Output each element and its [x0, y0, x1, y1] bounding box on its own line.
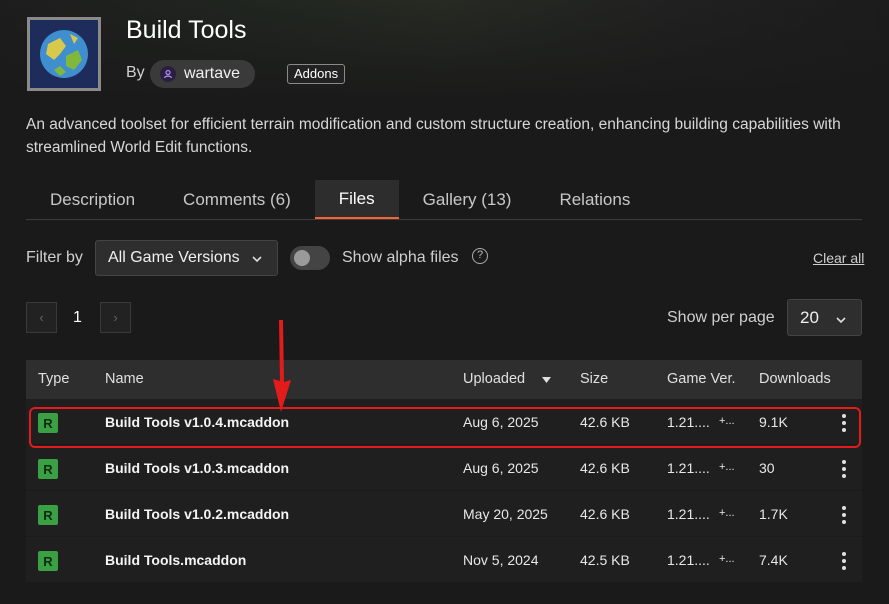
table-row[interactable]: R Build Tools.mcaddon Nov 5, 2024 42.5 K…	[26, 537, 862, 583]
file-downloads: 30	[759, 460, 775, 476]
tab-files[interactable]: Files	[314, 180, 399, 219]
more-vertical-icon[interactable]	[840, 550, 848, 572]
file-downloads: 7.4K	[759, 552, 788, 568]
column-header-type: Type	[38, 371, 70, 387]
project-title: Build Tools	[126, 16, 247, 44]
next-page-button[interactable]: ›	[100, 302, 131, 333]
tab-bar: Description Comments (6) Files Gallery (…	[26, 180, 862, 220]
file-size: 42.6 KB	[580, 506, 630, 522]
chevron-down-icon	[251, 252, 263, 270]
tab-relations[interactable]: Relations	[535, 180, 654, 219]
tab-gallery[interactable]: Gallery (13)	[399, 180, 536, 219]
more-vertical-icon[interactable]	[840, 504, 848, 526]
filter-by-label: Filter by	[26, 249, 83, 266]
table-row[interactable]: R Build Tools v1.0.2.mcaddon May 20, 202…	[26, 491, 862, 537]
project-logo	[27, 17, 101, 91]
release-type-badge: R	[38, 551, 58, 571]
more-vertical-icon[interactable]	[840, 458, 848, 480]
hero-banner-shade	[0, 0, 889, 100]
table-row[interactable]: R Build Tools v1.0.3.mcaddon Aug 6, 2025…	[26, 445, 862, 491]
user-icon	[160, 66, 176, 82]
column-header-game-ver[interactable]: Game Ver.	[667, 371, 736, 387]
file-name[interactable]: Build Tools v1.0.4.mcaddon	[105, 414, 289, 430]
per-page-value: 20	[800, 307, 819, 327]
file-size: 42.5 KB	[580, 552, 630, 568]
prev-page-button[interactable]: ‹	[26, 302, 57, 333]
file-game-version-more[interactable]: +...	[719, 415, 735, 427]
files-table: Type Name Uploaded Size Game Ver. Downlo…	[26, 360, 862, 604]
file-game-version: 1.21....	[667, 414, 710, 430]
by-label: By	[126, 64, 145, 81]
game-version-select[interactable]: All Game Versions	[95, 240, 278, 276]
file-game-version-more[interactable]: +...	[719, 553, 735, 565]
game-version-value: All Game Versions	[108, 249, 240, 266]
table-header: Type Name Uploaded Size Game Ver. Downlo…	[26, 360, 862, 399]
file-size: 42.6 KB	[580, 460, 630, 476]
file-game-version: 1.21....	[667, 552, 710, 568]
column-header-uploaded[interactable]: Uploaded	[463, 371, 525, 387]
author-chip[interactable]: wartave	[150, 60, 255, 88]
tab-description[interactable]: Description	[26, 180, 159, 219]
file-downloads: 9.1K	[759, 414, 788, 430]
sort-down-icon[interactable]	[542, 371, 551, 387]
file-uploaded: Aug 6, 2025	[463, 460, 539, 476]
per-page-label: Show per page	[667, 309, 775, 326]
file-game-version: 1.21....	[667, 460, 710, 476]
show-alpha-label: Show alpha files	[342, 249, 459, 266]
file-size: 42.6 KB	[580, 414, 630, 430]
red-arrow-icon	[270, 320, 294, 417]
author-name: wartave	[184, 65, 241, 82]
column-header-downloads[interactable]: Downloads	[759, 371, 831, 387]
column-header-name[interactable]: Name	[105, 371, 144, 387]
file-uploaded: Nov 5, 2024	[463, 552, 539, 568]
clear-all-link[interactable]: Clear all	[813, 250, 864, 266]
chevron-down-icon	[835, 311, 847, 331]
file-downloads: 1.7K	[759, 506, 788, 522]
category-badge[interactable]: Addons	[287, 64, 346, 84]
toggle-knob	[294, 250, 310, 266]
project-description: An advanced toolset for efficient terrai…	[26, 116, 841, 156]
table-row[interactable]: R Build Tools v1.0.4.mcaddon Aug 6, 2025…	[26, 399, 862, 445]
column-header-size[interactable]: Size	[580, 371, 608, 387]
per-page-select[interactable]: 20	[787, 299, 862, 336]
file-game-version-more[interactable]: +...	[719, 507, 735, 519]
file-game-version-more[interactable]: +...	[719, 461, 735, 473]
tab-comments[interactable]: Comments (6)	[159, 180, 315, 219]
release-type-badge: R	[38, 459, 58, 479]
file-uploaded: Aug 6, 2025	[463, 414, 539, 430]
current-page-number[interactable]: 1	[73, 309, 82, 327]
release-type-badge: R	[38, 413, 58, 433]
release-type-badge: R	[38, 505, 58, 525]
file-game-version: 1.21....	[667, 506, 710, 522]
show-alpha-toggle[interactable]	[290, 246, 330, 270]
file-name[interactable]: Build Tools v1.0.3.mcaddon	[105, 460, 289, 476]
file-name[interactable]: Build Tools.mcaddon	[105, 552, 246, 568]
file-name[interactable]: Build Tools v1.0.2.mcaddon	[105, 506, 289, 522]
question-circle-icon[interactable]: ?	[472, 248, 488, 264]
more-vertical-icon[interactable]	[840, 412, 848, 434]
file-uploaded: May 20, 2025	[463, 506, 548, 522]
